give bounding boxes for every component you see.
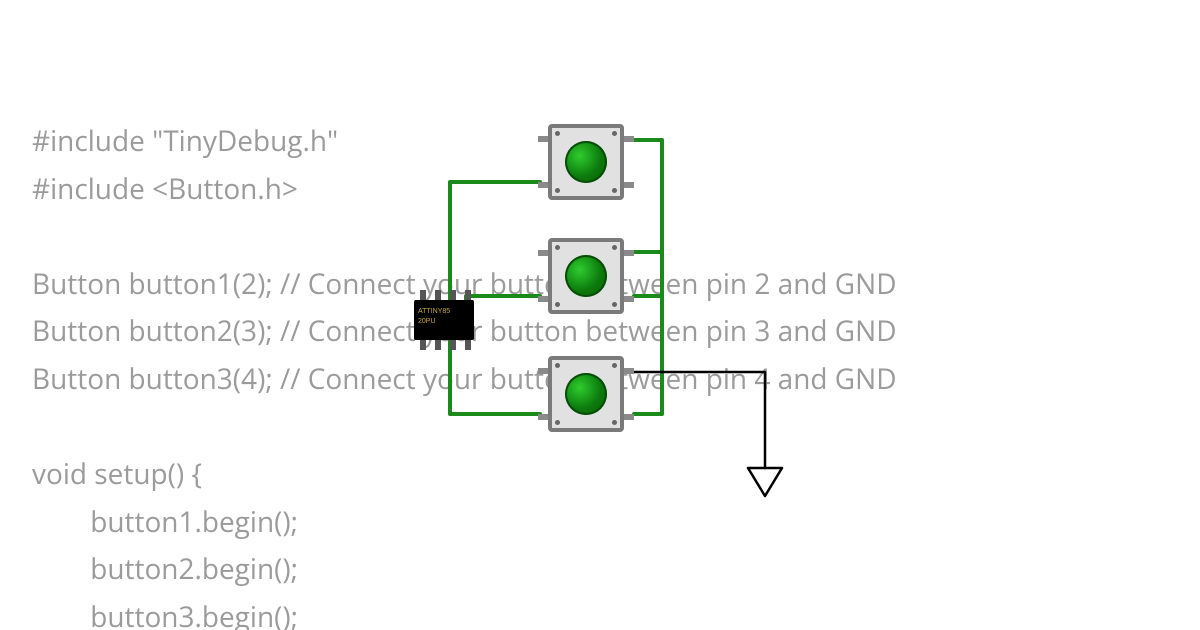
- button-screw-icon: [555, 363, 560, 368]
- code-line: button2.begin();: [32, 550, 298, 588]
- chip-pin: [435, 340, 441, 350]
- button-leg: [538, 182, 548, 188]
- button-leg: [538, 296, 548, 302]
- button-leg: [624, 296, 634, 302]
- button-leg: [624, 250, 634, 256]
- diagram-stage: #include "TinyDebug.h" #include <Button.…: [0, 0, 1200, 630]
- button-screw-icon: [612, 420, 617, 425]
- button-screw-icon: [612, 188, 617, 193]
- button-leg: [624, 182, 634, 188]
- attiny85-chip[interactable]: ATTINY85 20PU: [414, 300, 474, 340]
- button-cap-icon: [565, 141, 607, 183]
- button-cap-icon: [565, 373, 607, 415]
- button-screw-icon: [555, 245, 560, 250]
- button-screw-icon: [612, 245, 617, 250]
- button-screw-icon: [555, 420, 560, 425]
- pushbutton-3[interactable]: [548, 356, 624, 432]
- code-line: button3.begin();: [32, 598, 298, 630]
- button-cap-icon: [565, 255, 607, 297]
- chip-pin: [450, 340, 456, 350]
- pushbutton-1[interactable]: [548, 124, 624, 200]
- button-leg: [624, 136, 634, 142]
- code-line: #include <Button.h>: [32, 170, 298, 208]
- code-line: Button button3(4); // Connect your butto…: [32, 360, 897, 398]
- chip-pin: [435, 290, 441, 300]
- button-leg: [538, 368, 548, 374]
- button-screw-icon: [555, 302, 560, 307]
- code-line: button1.begin();: [32, 503, 298, 541]
- button-leg: [538, 250, 548, 256]
- chip-label: 20PU: [418, 318, 436, 325]
- code-line: void setup() {: [32, 455, 202, 493]
- button-leg: [624, 414, 634, 420]
- button-screw-icon: [555, 188, 560, 193]
- chip-pin: [450, 290, 456, 300]
- chip-pin: [420, 340, 426, 350]
- button-leg: [538, 136, 548, 142]
- button-screw-icon: [612, 302, 617, 307]
- pushbutton-2[interactable]: [548, 238, 624, 314]
- chip-pin: [465, 340, 471, 350]
- code-line: #include "TinyDebug.h": [32, 122, 338, 160]
- button-screw-icon: [555, 131, 560, 136]
- button-leg: [538, 414, 548, 420]
- chip-pin: [420, 290, 426, 300]
- button-screw-icon: [612, 363, 617, 368]
- chip-pin: [465, 290, 471, 300]
- chip-label: ATTINY85: [418, 308, 450, 315]
- button-leg: [624, 368, 634, 374]
- button-screw-icon: [612, 131, 617, 136]
- code-listing: #include "TinyDebug.h" #include <Button.…: [32, 118, 897, 630]
